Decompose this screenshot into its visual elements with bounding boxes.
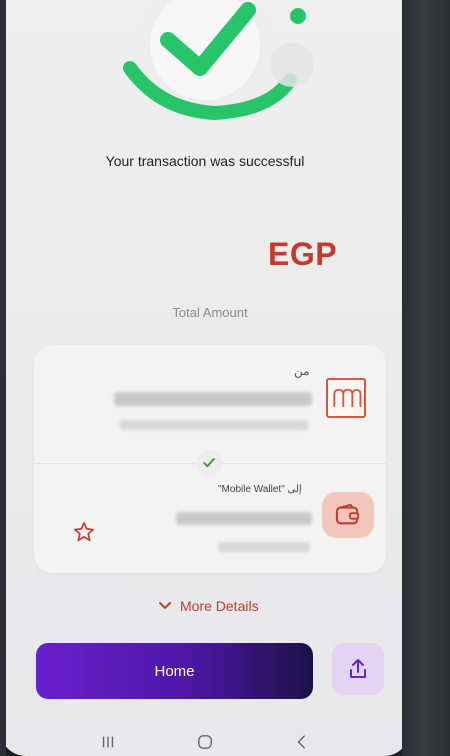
success-message: Your transaction was successful — [105, 153, 305, 169]
share-icon — [350, 659, 366, 678]
home-button[interactable]: Home — [36, 643, 313, 699]
bank-icon — [326, 378, 366, 418]
app-screen: Your transaction was successful EGP Tota… — [0, 0, 410, 756]
chevron-down-icon — [159, 602, 171, 610]
amount-currency: EGP — [268, 236, 338, 272]
recipient-name-redacted — [176, 512, 312, 525]
wallet-icon — [322, 492, 374, 538]
check-icon — [196, 450, 222, 476]
sender-name-redacted — [114, 392, 312, 406]
share-button[interactable] — [332, 643, 384, 695]
system-nav-bar — [0, 728, 410, 756]
success-check-icon — [120, 0, 320, 125]
device-bezel-right — [402, 0, 450, 756]
home-nav-icon[interactable] — [194, 733, 216, 751]
total-amount-label: Total Amount — [172, 305, 248, 320]
more-details-link[interactable]: More Details — [158, 598, 259, 614]
sender-account-redacted — [120, 420, 308, 430]
from-label: من — [294, 364, 310, 378]
to-label: "Mobile Wallet" إلى — [218, 484, 302, 495]
star-icon[interactable] — [73, 521, 95, 543]
recipient-number-redacted — [218, 542, 310, 552]
more-details-label: More Details — [180, 598, 259, 614]
device-bezel-left — [0, 0, 6, 756]
recent-apps-icon[interactable] — [97, 733, 119, 751]
back-icon[interactable] — [291, 733, 313, 751]
